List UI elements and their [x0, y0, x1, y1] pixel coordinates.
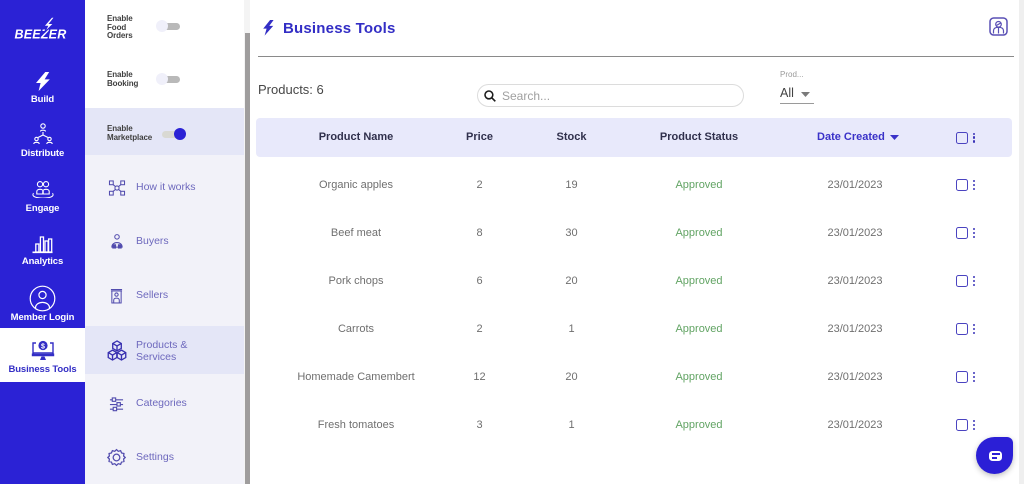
svg-text:$: $ [41, 344, 45, 351]
svg-text:BEEZER: BEEZER [14, 28, 66, 42]
